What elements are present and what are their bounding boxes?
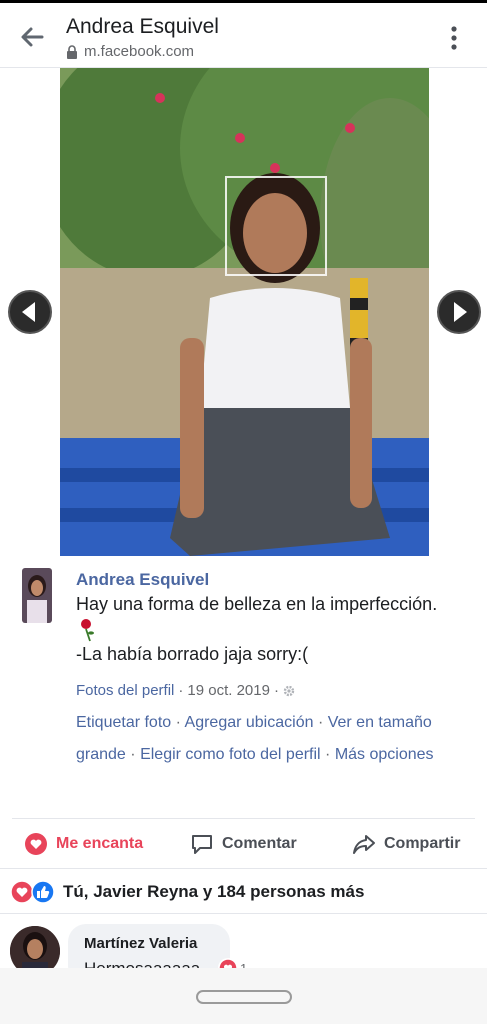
heart-icon xyxy=(25,832,47,855)
view-full-size-link-cont[interactable]: grande xyxy=(76,746,126,763)
rose-emoji-icon xyxy=(81,619,94,642)
kebab-menu-icon[interactable] xyxy=(444,25,464,51)
previous-photo-button[interactable] xyxy=(8,290,52,334)
photo-options-row-1: Etiquetar foto · Agregar ubicación · Ver… xyxy=(76,714,432,732)
browser-top-bar: Andrea Esquivel m.facebook.com xyxy=(0,0,487,68)
meta-separator: · xyxy=(178,682,184,699)
share-icon xyxy=(353,834,375,854)
page-title: Andrea Esquivel xyxy=(66,15,219,38)
photo-options-row-2: grande · Elegir como foto del perfil · M… xyxy=(76,746,434,764)
share-button[interactable]: Compartir xyxy=(352,832,460,856)
share-label: Compartir xyxy=(384,834,461,852)
author-avatar[interactable] xyxy=(22,568,52,623)
post-date[interactable]: 19 oct. 2019 xyxy=(187,682,270,699)
reactions-text: Tú, Javier Reyna y 184 personas más xyxy=(63,882,365,901)
link-separator: · xyxy=(317,714,328,731)
link-separator: · xyxy=(130,746,141,763)
comment-label: Comentar xyxy=(222,834,297,852)
post-action-bar: Me encanta Comentar Compartir xyxy=(12,818,475,868)
post-photo[interactable] xyxy=(60,68,429,556)
comment-icon xyxy=(192,834,212,854)
like-icon xyxy=(31,880,55,904)
next-arrow-icon xyxy=(454,302,467,322)
system-navigation-bar xyxy=(0,968,487,1024)
prev-arrow-icon xyxy=(22,302,35,322)
face-tag-box[interactable] xyxy=(225,176,327,276)
lock-icon xyxy=(67,44,77,59)
commenter-name[interactable]: Martínez Valeria xyxy=(84,935,197,952)
photo-image xyxy=(60,68,429,556)
love-label: Me encanta xyxy=(56,834,144,852)
caption-line-1: Hay una forma de belleza en la imperfecc… xyxy=(76,594,438,614)
post-meta: Fotos del perfil · 19 oct. 2019 · xyxy=(76,682,295,699)
more-options-link[interactable]: Más opciones xyxy=(335,746,434,763)
heart-icon xyxy=(10,880,34,904)
meta-separator: · xyxy=(273,682,279,699)
view-full-size-link[interactable]: Ver en tamaño xyxy=(328,714,432,731)
next-photo-button[interactable] xyxy=(437,290,481,334)
caption-line-2: -La había borrado jaja sorry:( xyxy=(76,644,309,664)
url-text: m.facebook.com xyxy=(84,43,195,60)
home-gesture-pill[interactable] xyxy=(196,990,292,1004)
set-profile-photo-link[interactable]: Elegir como foto del perfil xyxy=(140,746,321,763)
tag-photo-link[interactable]: Etiquetar foto xyxy=(76,714,171,731)
link-separator: · xyxy=(325,746,335,763)
album-link[interactable]: Fotos del perfil xyxy=(76,682,174,699)
reaction-icons xyxy=(10,880,55,904)
love-button[interactable]: Me encanta xyxy=(24,832,143,856)
add-location-link[interactable]: Agregar ubicación xyxy=(185,714,314,731)
back-arrow-icon[interactable] xyxy=(18,23,46,51)
link-separator: · xyxy=(175,714,185,731)
reactions-summary[interactable]: Tú, Javier Reyna y 184 personas más xyxy=(0,868,487,914)
author-name-link[interactable]: Andrea Esquivel xyxy=(76,570,209,590)
comment-button[interactable]: Comentar xyxy=(190,832,297,856)
privacy-gear-icon[interactable] xyxy=(283,685,295,697)
url-display[interactable]: m.facebook.com xyxy=(66,43,194,60)
